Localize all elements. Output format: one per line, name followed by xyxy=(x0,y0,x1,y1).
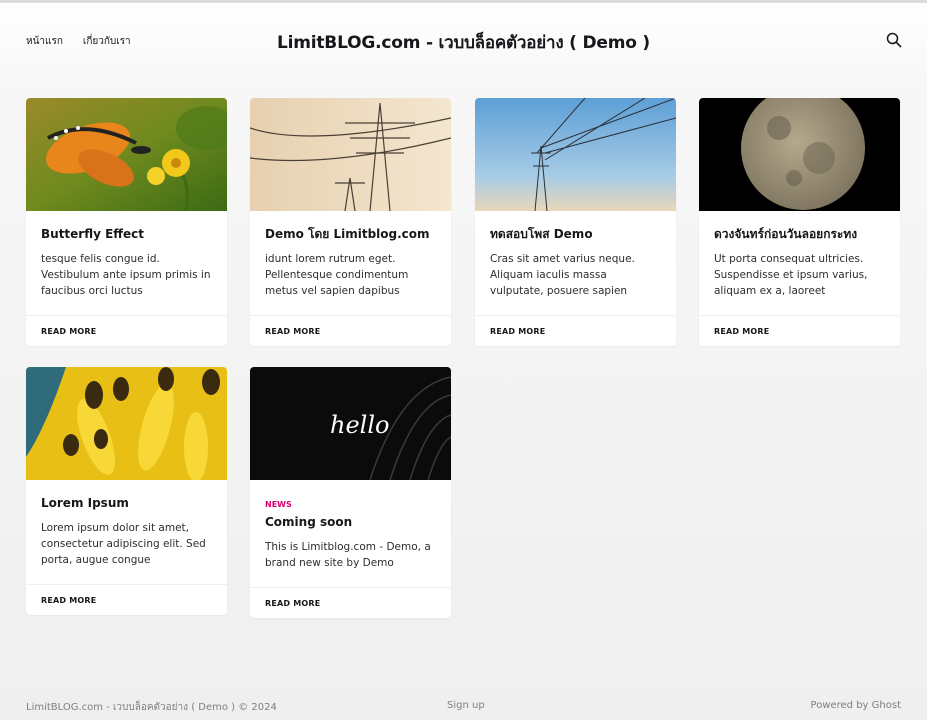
hello-image[interactable]: hello xyxy=(250,367,451,480)
moon-image[interactable] xyxy=(699,98,900,211)
post-excerpt: Cras sit amet varius neque. Aliquam iacu… xyxy=(490,253,635,297)
read-more-link[interactable]: READ MORE xyxy=(26,585,227,615)
post-card[interactable]: ทดสอบโพส Demo Cras sit amet varius neque… xyxy=(475,98,676,346)
post-tag[interactable]: NEWS xyxy=(265,500,436,509)
post-card[interactable]: ดวงจันทร์ก่อนวันลอยกระทง Ut porta conseq… xyxy=(699,98,900,346)
post-excerpt: tesque felis congue id. Vestibulum ante … xyxy=(41,253,211,297)
post-card[interactable]: Butterfly Effect tesque felis congue id.… xyxy=(26,98,227,346)
search-icon[interactable] xyxy=(885,31,903,49)
post-title[interactable]: ทดสอบโพส Demo xyxy=(490,227,661,241)
post-title[interactable]: Butterfly Effect xyxy=(41,227,212,241)
post-excerpt: Lorem ipsum dolor sit amet, consectetur … xyxy=(41,522,206,566)
read-more-link[interactable]: READ MORE xyxy=(250,588,451,618)
footer-powered-by[interactable]: Powered by Ghost xyxy=(811,700,901,711)
post-title[interactable]: Demo โดย Limitblog.com xyxy=(265,227,436,241)
post-excerpt: idunt lorem rutrum eget. Pellentesque co… xyxy=(265,253,409,297)
footer-copyright[interactable]: LimitBLOG.com - เวบบล็อคตัวอย่าง ( Demo … xyxy=(26,700,277,715)
hello-image-text: hello xyxy=(330,411,389,439)
post-title[interactable]: Lorem Ipsum xyxy=(41,496,212,510)
post-card[interactable]: Demo โดย Limitblog.com idunt lorem rutru… xyxy=(250,98,451,346)
power-tower-sky-image[interactable] xyxy=(475,98,676,211)
post-title[interactable]: Coming soon xyxy=(265,515,436,529)
site-title[interactable]: LimitBLOG.com - เวบบล็อคตัวอย่าง ( Demo … xyxy=(0,29,927,56)
read-more-link[interactable]: READ MORE xyxy=(699,316,900,346)
post-card[interactable]: Lorem Ipsum Lorem ipsum dolor sit amet, … xyxy=(26,367,227,615)
butterfly-image[interactable] xyxy=(26,98,227,211)
read-more-link[interactable]: READ MORE xyxy=(475,316,676,346)
power-towers-image[interactable] xyxy=(250,98,451,211)
footer-signup-link[interactable]: Sign up xyxy=(447,700,485,711)
post-card[interactable]: hello NEWS Coming soon This is Limitblog… xyxy=(250,367,451,618)
read-more-link[interactable]: READ MORE xyxy=(250,316,451,346)
read-more-link[interactable]: READ MORE xyxy=(26,316,227,346)
top-border xyxy=(0,0,927,3)
post-excerpt: Ut porta consequat ultricies. Suspendiss… xyxy=(714,253,868,297)
post-excerpt: This is Limitblog.com - Demo, a brand ne… xyxy=(265,541,431,569)
bees-flower-image[interactable] xyxy=(26,367,227,480)
post-title[interactable]: ดวงจันทร์ก่อนวันลอยกระทง xyxy=(714,227,885,241)
